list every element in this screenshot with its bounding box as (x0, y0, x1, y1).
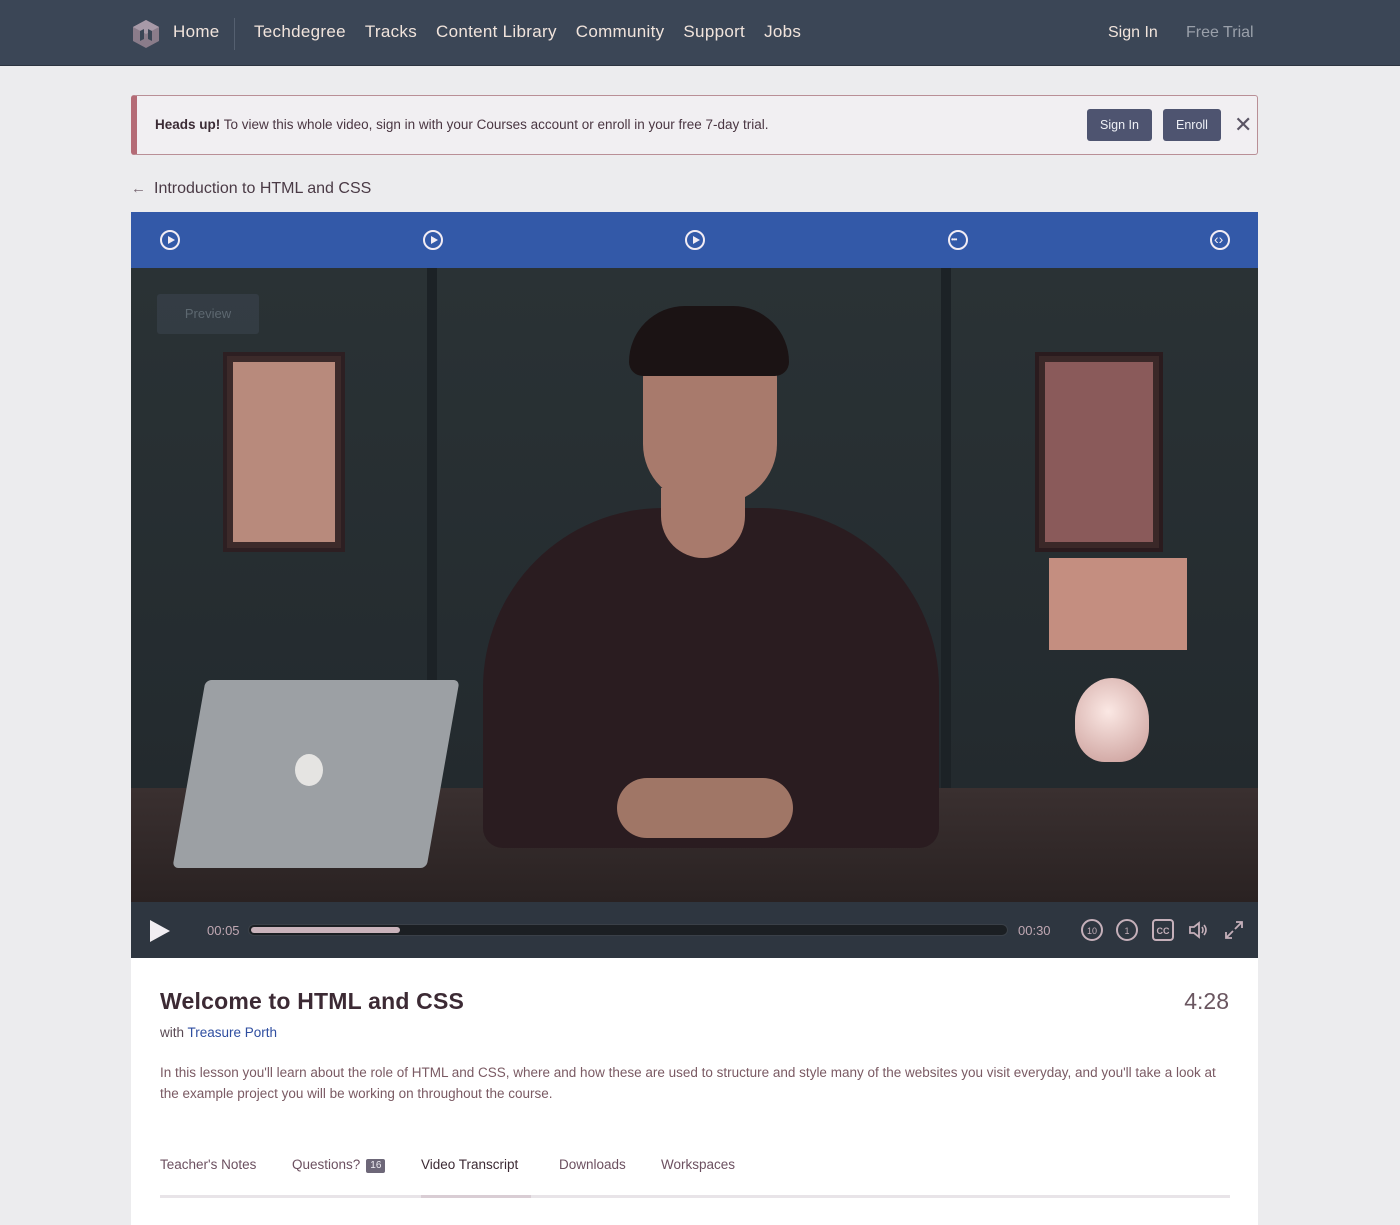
top-navigation: Home Techdegree Tracks Content Library C… (0, 0, 1400, 66)
lesson-duration: 4:28 (1184, 988, 1229, 1014)
lesson-info-card: Welcome to HTML and CSS 4:28 with Treasu… (131, 958, 1258, 1225)
nav-link-jobs[interactable]: Jobs (764, 22, 801, 42)
tab-video-transcript[interactable]: Video Transcript (421, 1157, 518, 1172)
wall-panel (941, 268, 951, 788)
nav-free-trial-link[interactable]: Free Trial (1186, 24, 1254, 42)
play-circle-icon[interactable] (423, 230, 443, 250)
current-time: 00:05 (207, 923, 240, 938)
nav-link-content-library[interactable]: Content Library (436, 22, 557, 42)
play-circle-icon[interactable] (160, 230, 180, 250)
questions-count-badge: 16 (366, 1159, 386, 1173)
nav-link-techdegree[interactable]: Techdegree (254, 22, 346, 42)
wall-art-right (1035, 352, 1163, 552)
art-canvas (233, 362, 335, 542)
presenter-hands (617, 778, 793, 838)
tab-questions-label: Questions? (292, 1157, 361, 1172)
art-canvas (1045, 362, 1153, 542)
stage-steps-bar (131, 212, 1258, 268)
tab-downloads[interactable]: Downloads (559, 1157, 626, 1172)
fullscreen-icon[interactable] (1223, 919, 1245, 941)
nav-link-community[interactable]: Community (576, 22, 665, 42)
lesson-description: In this lesson you'll learn about the ro… (160, 1065, 1216, 1101)
nav-sign-in-link[interactable]: Sign In (1108, 24, 1158, 42)
alert-enroll-button[interactable]: Enroll (1163, 109, 1221, 141)
quiz-dots-icon[interactable] (948, 230, 968, 250)
play-circle-icon[interactable] (685, 230, 705, 250)
lamp-shade (1049, 558, 1187, 650)
alert-heading: Heads up! (155, 117, 221, 132)
active-tab-indicator (421, 1195, 531, 1198)
instructor-link[interactable]: Treasure Porth (188, 1025, 278, 1040)
nav-home-link[interactable]: Home (173, 22, 220, 42)
course-breadcrumb-link[interactable]: Introduction to HTML and CSS (154, 180, 371, 198)
playback-speed-icon[interactable]: 1 (1116, 919, 1138, 941)
presenter-hair (629, 306, 789, 376)
wall-art-left (223, 352, 345, 552)
total-time: 00:30 (1018, 923, 1051, 938)
tab-questions[interactable]: Questions? 16 (292, 1157, 386, 1173)
alert-sign-in-button[interactable]: Sign In (1087, 109, 1152, 141)
lamp-base (1075, 678, 1149, 762)
nav-links: Techdegree Tracks Content Library Commun… (254, 22, 820, 42)
tab-workspaces[interactable]: Workspaces (661, 1157, 735, 1172)
volume-icon[interactable] (1187, 919, 1209, 941)
apple-logo-icon (295, 754, 323, 786)
progress-bar[interactable] (248, 924, 1008, 936)
tab-teachers-notes[interactable]: Teacher's Notes (160, 1157, 256, 1172)
alert-body: To view this whole video, sign in with y… (220, 117, 769, 132)
back-arrow-icon[interactable]: ← (131, 180, 146, 197)
lesson-title: Welcome to HTML and CSS (160, 988, 465, 1014)
video-player[interactable]: Preview (131, 268, 1258, 902)
player-controls: 00:05 00:30 10 1 CC (131, 902, 1258, 958)
progress-fill (251, 927, 400, 933)
preview-badge: Preview (157, 294, 259, 334)
rewind-10-icon[interactable]: 10 (1081, 919, 1103, 941)
instructor-prefix: with (160, 1025, 188, 1040)
play-icon[interactable] (150, 920, 170, 942)
closed-captions-icon[interactable]: CC (1152, 919, 1174, 941)
nav-link-tracks[interactable]: Tracks (365, 22, 417, 42)
alert-message: Heads up! To view this whole video, sign… (155, 117, 769, 132)
nav-divider (234, 18, 235, 50)
logo-icon[interactable] (131, 19, 161, 49)
close-icon[interactable]: ✕ (1234, 112, 1252, 138)
code-challenge-icon[interactable] (1210, 230, 1230, 250)
nav-link-support[interactable]: Support (683, 22, 745, 42)
heads-up-alert: Heads up! To view this whole video, sign… (131, 95, 1258, 155)
lesson-instructor: with Treasure Porth (160, 1025, 277, 1040)
lesson-tabs: Teacher's Notes Questions? 16 Video Trans… (160, 1156, 1230, 1198)
